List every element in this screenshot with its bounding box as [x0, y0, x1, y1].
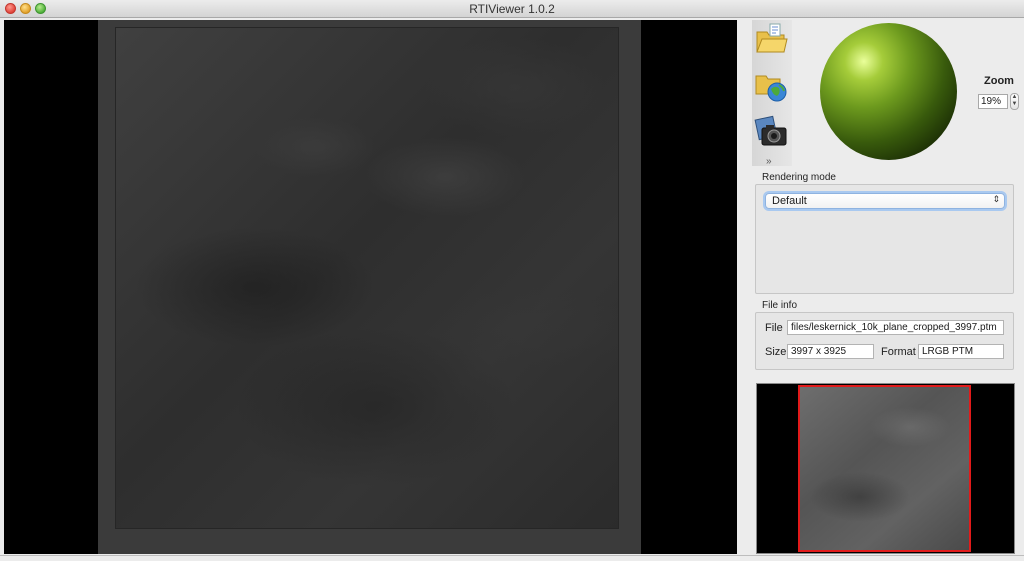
more-tools-chevron-icon[interactable]: »: [766, 156, 772, 167]
size-label: Size: [765, 346, 787, 358]
rendering-mode-value: Default: [772, 195, 807, 207]
toolbar: »: [752, 20, 792, 167]
format-field[interactable]: LRGB PTM: [918, 344, 1004, 359]
window-title: RTIViewer 1.0.2: [469, 2, 555, 16]
rendering-mode-label: Rendering mode: [762, 172, 836, 183]
navigator-viewport-frame[interactable]: [798, 385, 971, 552]
rti-viewer-canvas[interactable]: [4, 20, 737, 554]
select-arrows-icon: ⇕: [992, 194, 1000, 204]
file-info-label: File info: [762, 300, 798, 311]
file-label: File: [765, 322, 783, 334]
title-bar: RTIViewer 1.0.2: [0, 0, 1024, 18]
window-bottom-edge: [0, 555, 1024, 556]
size-field[interactable]: 3997 x 3925: [787, 344, 874, 359]
rendering-mode-select[interactable]: Default ⇕: [765, 193, 1005, 209]
light-direction-sphere[interactable]: [820, 23, 957, 160]
file-path-field[interactable]: files/leskernick_10k_plane_cropped_3997.…: [787, 320, 1004, 335]
zoom-input[interactable]: 19%: [978, 94, 1008, 109]
format-label: Format: [881, 346, 916, 358]
open-file-icon[interactable]: [754, 22, 788, 56]
snapshot-icon[interactable]: [754, 114, 788, 148]
rti-image[interactable]: [115, 27, 619, 529]
open-remote-icon[interactable]: [754, 68, 788, 102]
navigator-thumbnail[interactable]: [756, 383, 1015, 554]
zoom-stepper[interactable]: ▲ ▼: [1010, 93, 1019, 110]
zoom-label: Zoom: [984, 75, 1014, 87]
image-background: [98, 20, 641, 554]
